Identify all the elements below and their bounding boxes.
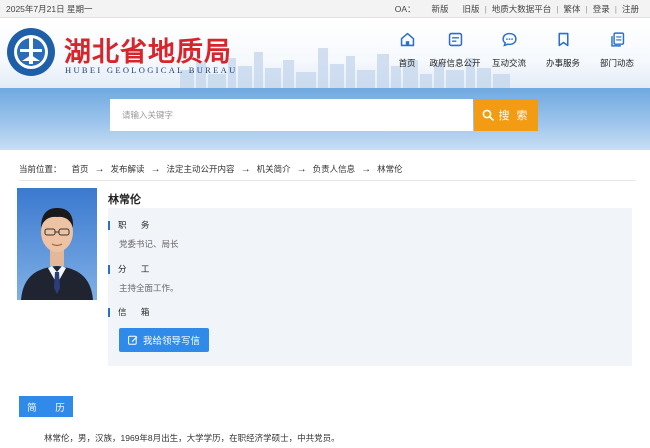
- nav-item-services[interactable]: 办事服务: [536, 31, 590, 69]
- main-content: 当前位置： 首页 → 发布解读 → 法定主动公开内容 → 机关简介 → 负责人信…: [6, 150, 646, 448]
- duty-value: 党委书记、局长: [119, 239, 179, 249]
- search-icon: [483, 109, 495, 121]
- nav-item-news[interactable]: 部门动态: [590, 31, 644, 69]
- leader-name: 林常伦: [108, 194, 141, 206]
- work-label: 分 工: [108, 263, 155, 275]
- main-nav: 首页 政府信息公开 互动交流 办事服务 部门动态: [390, 31, 644, 69]
- resume-text: 林常伦，男，汉族，1969年8月出生，大学学历，在职经济学硕士，中共党员。: [44, 433, 340, 443]
- nav-label: 政府信息公开: [429, 58, 481, 68]
- breadcrumb-release[interactable]: 发布解读: [111, 163, 145, 175]
- register-link[interactable]: 注册: [618, 3, 643, 15]
- leader-portrait: [17, 188, 97, 300]
- mailbox-label: 信 箱: [108, 306, 155, 318]
- nav-label: 互动交流: [491, 58, 526, 68]
- arrow-right-icon: →: [361, 163, 372, 175]
- write-letter-button[interactable]: 我给领导写信: [119, 328, 209, 352]
- arrow-right-icon: →: [240, 163, 251, 175]
- top-bar: 2025年7月21日 星期一 OA： 新版 旧版 | 地质大数据平台 | 繁体 …: [0, 0, 650, 18]
- site-subtitle: HUBEI GEOLOGICAL BUREAU: [65, 65, 238, 75]
- bureau-logo[interactable]: [6, 27, 56, 77]
- new-version-link[interactable]: 新版: [428, 3, 453, 15]
- search-section: 请输入关键字 搜 索: [0, 88, 650, 150]
- search-button-label: 搜 索: [498, 110, 530, 122]
- site-header: 湖北省地质局 HUBEI GEOLOGICAL BUREAU 首页 政府信息公开…: [0, 18, 650, 88]
- top-links: OA： 新版 旧版 | 地质大数据平台 | 繁体 | 登录 | 注册: [391, 3, 643, 15]
- bookmark-icon: [557, 32, 569, 47]
- nav-label: 首页: [398, 58, 416, 68]
- nav-item-gov-info[interactable]: 政府信息公开: [428, 31, 482, 69]
- duty-label: 职 务: [108, 219, 155, 231]
- arrow-right-icon: →: [296, 163, 307, 175]
- big-data-platform-link[interactable]: 地质大数据平台: [488, 3, 556, 15]
- arrow-right-icon: →: [150, 163, 161, 175]
- breadcrumb-current[interactable]: 林常伦: [377, 163, 403, 175]
- search-input[interactable]: 请输入关键字: [110, 99, 473, 131]
- work-value: 主持全面工作。: [119, 283, 179, 293]
- nav-item-home[interactable]: 首页: [390, 31, 424, 69]
- current-date: 2025年7月21日 星期一: [6, 3, 93, 14]
- breadcrumb-home[interactable]: 首页: [72, 163, 89, 175]
- breadcrumb-leaders[interactable]: 负责人信息: [313, 163, 356, 175]
- resume-tab[interactable]: 简 历: [19, 396, 73, 417]
- news-icon: [610, 32, 624, 47]
- search-button[interactable]: 搜 索: [474, 99, 538, 131]
- nav-item-interaction[interactable]: 互动交流: [482, 31, 536, 69]
- breadcrumb-divider: [19, 180, 636, 181]
- breadcrumb-label: 当前位置：: [19, 164, 62, 174]
- home-icon: [400, 32, 414, 47]
- breadcrumb: 当前位置： 首页 → 发布解读 → 法定主动公开内容 → 机关简介 → 负责人信…: [19, 163, 403, 175]
- site-title: 湖北省地质局: [64, 37, 232, 67]
- write-letter-label: 我给领导写信: [142, 336, 200, 347]
- chat-icon: [501, 32, 517, 47]
- arrow-right-icon: →: [94, 163, 105, 175]
- login-link[interactable]: 登录: [589, 3, 614, 15]
- leader-info-box: 职 务 党委书记、局长 分 工 主持全面工作。 信 箱 我给领导写信: [108, 208, 632, 366]
- nav-label: 办事服务: [545, 58, 580, 68]
- search-placeholder: 请输入关键字: [122, 110, 174, 120]
- breadcrumb-agency-intro[interactable]: 机关简介: [257, 163, 291, 175]
- traditional-chinese-link[interactable]: 繁体: [560, 3, 585, 15]
- nav-label: 部门动态: [599, 58, 634, 68]
- document-icon: [448, 32, 462, 47]
- edit-icon: [128, 335, 138, 345]
- breadcrumb-public-content[interactable]: 法定主动公开内容: [167, 163, 235, 175]
- old-version-link[interactable]: 旧版: [459, 3, 484, 15]
- oa-label: OA：: [394, 3, 416, 14]
